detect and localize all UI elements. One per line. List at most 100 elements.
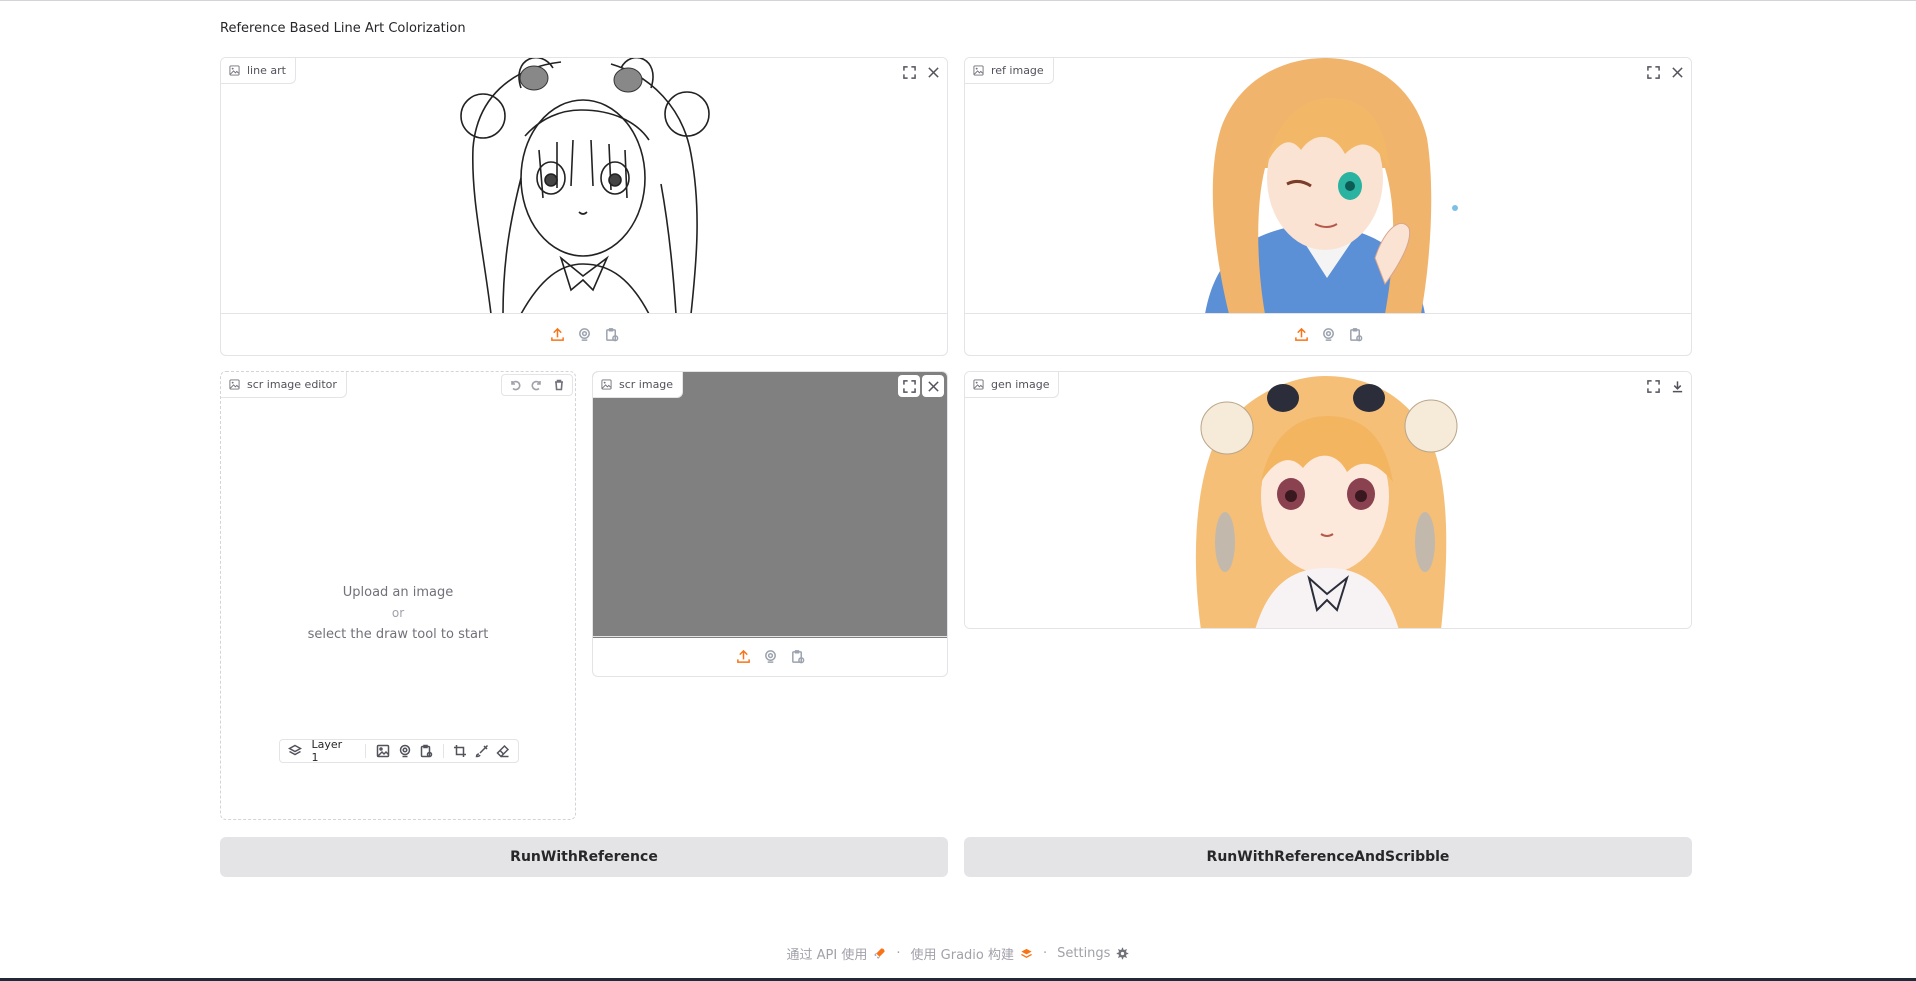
gen-image-label-text: gen image — [991, 378, 1050, 391]
upload-icon — [1294, 327, 1308, 341]
layer-label[interactable]: Layer 1 — [311, 738, 351, 764]
line-art-panel: line art — [220, 57, 948, 356]
clear-button[interactable] — [922, 61, 944, 83]
undo-button[interactable] — [505, 376, 525, 394]
fullscreen-icon — [1646, 379, 1660, 393]
ref-image-label-text: ref image — [991, 64, 1044, 77]
scr-editor-label: scr image editor — [221, 372, 347, 398]
editor-toolbar: Layer 1 — [279, 738, 519, 764]
fullscreen-button[interactable] — [1642, 375, 1664, 397]
clipboard-button[interactable] — [602, 326, 620, 344]
trash-icon — [555, 379, 563, 391]
eraser-icon — [496, 744, 510, 758]
line-art-label-text: line art — [247, 64, 286, 77]
redo-icon — [531, 380, 541, 391]
webcam-icon — [1322, 328, 1334, 341]
api-link[interactable]: 通过 API 使用 — [787, 944, 868, 963]
image-upload-tool[interactable] — [374, 742, 391, 760]
gradio-link[interactable]: 使用 Gradio 构建 — [911, 944, 1014, 963]
footer: 通过 API 使用 · 使用 Gradio 构建 · Settings — [0, 944, 1916, 963]
fullscreen-button[interactable] — [1642, 61, 1664, 83]
ref-image-label: ref image — [965, 58, 1054, 84]
clipboard-button[interactable] — [1346, 326, 1364, 344]
undo-icon — [511, 380, 521, 391]
webcam-icon — [399, 744, 410, 758]
download-icon — [1672, 380, 1682, 392]
clear-canvas-button[interactable] — [549, 376, 569, 394]
image-icon — [229, 379, 240, 390]
upload-icon — [736, 649, 750, 663]
gen-image-picture — [965, 372, 1691, 628]
image-icon — [229, 65, 240, 76]
image-icon — [601, 379, 612, 390]
ref-image-source-bar — [965, 313, 1691, 355]
webcam-button[interactable] — [1319, 326, 1337, 344]
line-art-label: line art — [221, 58, 296, 84]
editor-placeholder[interactable]: Upload an image or select the draw tool … — [221, 582, 575, 645]
webcam-tool[interactable] — [396, 742, 413, 760]
upload-prompt: Upload an image — [342, 585, 454, 600]
brush-tool[interactable] — [473, 742, 490, 760]
close-icon — [927, 380, 939, 392]
fullscreen-icon — [902, 379, 916, 393]
brush-icon — [475, 744, 488, 758]
clear-button[interactable] — [922, 375, 944, 397]
image-icon — [973, 379, 984, 390]
fullscreen-icon — [1646, 65, 1660, 79]
upload-icon — [550, 327, 564, 341]
run-with-reference-and-scribble-button[interactable]: RunWithReferenceAndScribble — [964, 837, 1692, 877]
crop-tool[interactable] — [452, 742, 469, 760]
gen-image-panel: gen image — [964, 371, 1692, 629]
gen-image-label: gen image — [965, 372, 1060, 398]
fullscreen-button[interactable] — [898, 61, 920, 83]
clipboard-icon — [605, 328, 618, 342]
clipboard-tool[interactable] — [417, 742, 434, 760]
webcam-button[interactable] — [761, 648, 779, 666]
gear-icon — [1117, 947, 1129, 960]
scr-image-editor-panel[interactable]: scr image editor Upload an image or sele… — [220, 371, 576, 820]
clipboard-icon — [1349, 328, 1362, 342]
page-title: Reference Based Line Art Colorization — [220, 21, 466, 36]
webcam-icon — [578, 328, 590, 341]
layers-button[interactable] — [286, 742, 303, 760]
webcam-icon — [764, 650, 776, 663]
gradio-logo-icon — [1021, 948, 1032, 958]
scr-image-label-text: scr image — [619, 378, 674, 391]
close-icon — [1671, 66, 1683, 78]
line-art-image — [221, 58, 947, 314]
ref-image-picture — [965, 58, 1691, 314]
line-art-source-bar — [221, 313, 947, 355]
upload-button[interactable] — [548, 326, 566, 344]
image-icon — [376, 744, 390, 758]
close-icon — [927, 66, 939, 78]
clipboard-icon — [420, 744, 433, 758]
upload-button[interactable] — [1292, 326, 1310, 344]
fullscreen-icon — [902, 65, 916, 79]
upload-button[interactable] — [734, 648, 752, 666]
scr-image-label: scr image — [593, 372, 684, 398]
redo-button[interactable] — [527, 376, 547, 394]
webcam-button[interactable] — [575, 326, 593, 344]
clipboard-icon — [791, 650, 804, 664]
scr-image-canvas — [593, 372, 947, 638]
rocket-icon — [874, 948, 885, 959]
image-icon — [973, 65, 984, 76]
download-button[interactable] — [1666, 375, 1688, 397]
clear-button[interactable] — [1666, 61, 1688, 83]
eraser-tool[interactable] — [495, 742, 512, 760]
separator-dot: · — [1042, 946, 1048, 961]
or-text: or — [391, 606, 405, 620]
ref-image-panel: ref image — [964, 57, 1692, 356]
draw-prompt: select the draw tool to start — [307, 627, 489, 642]
run-with-reference-button[interactable]: RunWithReference — [220, 837, 948, 877]
scr-image-source-bar — [593, 636, 947, 676]
settings-link[interactable]: Settings — [1057, 946, 1110, 961]
separator-dot: · — [896, 946, 901, 961]
layers-icon — [287, 744, 302, 756]
scr-editor-label-text: scr image editor — [247, 378, 337, 391]
fullscreen-button[interactable] — [898, 375, 920, 397]
clipboard-button[interactable] — [788, 648, 806, 666]
crop-icon — [454, 745, 467, 757]
editor-history-controls — [501, 374, 573, 396]
scr-image-panel: scr image — [592, 371, 948, 677]
